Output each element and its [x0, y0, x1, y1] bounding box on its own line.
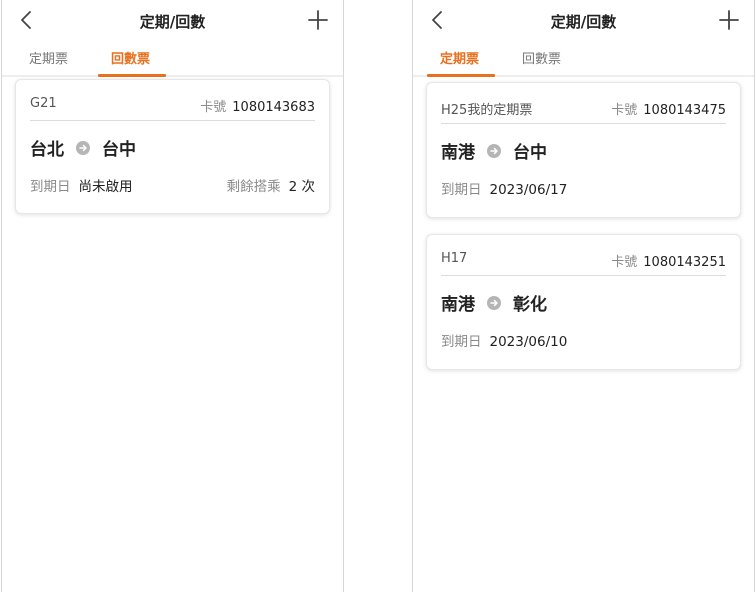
card-number: 卡號 1080143251: [611, 251, 726, 270]
card-number-value: 1080143251: [643, 255, 726, 270]
expiry-label: 到期日: [441, 182, 482, 198]
route: 南港 彰化: [441, 290, 547, 315]
route-to: 彰化: [513, 295, 547, 315]
add-button[interactable]: [307, 9, 329, 31]
tab-multi-ride-ticket[interactable]: 回數票: [111, 48, 150, 67]
tab-periodic-ticket[interactable]: 定期票: [440, 48, 479, 67]
ticket-card[interactable]: H25我的定期票 卡號 1080143475 南港 台中 到期日 2023/06/1…: [426, 82, 741, 218]
tab-periodic-ticket[interactable]: 定期票: [29, 48, 68, 67]
right-screen: 定期/回數 定期票 回數票 H25我的定期票 卡號 1080143475 南港: [412, 0, 755, 592]
card-header: H17 卡號 1080143251: [441, 249, 726, 276]
card-header: H25我的定期票 卡號 1080143475: [441, 97, 726, 124]
route: 南港 台中: [441, 138, 547, 163]
tab-bar: 定期票 回數票: [2, 42, 343, 77]
route-from: 南港: [441, 143, 475, 163]
active-tab-indicator: [98, 74, 166, 77]
card-name: H25我的定期票: [441, 103, 533, 118]
route-from: 南港: [441, 295, 475, 315]
page-title: 定期/回數: [550, 13, 617, 31]
expiry-label: 到期日: [441, 334, 482, 350]
expiry-value: 尚未啟用: [78, 179, 133, 195]
route-to: 台中: [102, 140, 136, 160]
add-button[interactable]: [718, 9, 740, 31]
expiry-label: 到期日: [30, 179, 71, 195]
card-number-value: 1080143475: [643, 103, 726, 118]
expiry-value: 2023/06/10: [489, 334, 568, 350]
route-to: 台中: [513, 143, 547, 163]
screenshot-canvas: 定期/回數 定期票 回數票 G21 卡號 1080143683 台北 台中 到期…: [0, 0, 756, 592]
card-info-row: 到期日 2023/06/10: [441, 330, 726, 350]
page-title: 定期/回數: [139, 13, 206, 31]
card-number-label: 卡號: [200, 100, 227, 115]
ticket-card[interactable]: H17 卡號 1080143251 南港 彰化 到期日 2023/06/10: [426, 234, 741, 370]
remaining-rides: 剩餘搭乘 2 次: [227, 175, 315, 195]
card-info-row: 到期日 2023/06/17: [441, 178, 726, 198]
arrow-right-circle-icon: [487, 143, 501, 158]
card-header: G21 卡號 1080143683: [30, 94, 315, 121]
card-number-label: 卡號: [611, 103, 638, 118]
card-number-label: 卡號: [611, 255, 638, 270]
expiry-value: 2023/06/17: [489, 182, 568, 198]
remaining-label: 剩餘搭乘: [226, 179, 281, 195]
app-header: 定期/回數: [413, 0, 754, 42]
remaining-value: 2 次: [288, 179, 315, 195]
left-screen: 定期/回數 定期票 回數票 G21 卡號 1080143683 台北 台中 到期…: [1, 0, 344, 592]
route-from: 台北: [30, 140, 64, 160]
card-info-row: 到期日 尚未啟用 剩餘搭乘 2 次: [30, 175, 315, 195]
card-number: 卡號 1080143683: [200, 96, 315, 115]
tab-multi-ride-ticket[interactable]: 回數票: [522, 48, 561, 67]
card-number: 卡號 1080143475: [611, 99, 726, 118]
app-header: 定期/回數: [2, 0, 343, 42]
arrow-right-circle-icon: [76, 140, 90, 155]
card-name: H17: [441, 251, 468, 266]
ticket-card[interactable]: G21 卡號 1080143683 台北 台中 到期日 尚未啟用 剩餘搭乘 2 次: [15, 79, 330, 214]
card-name: G21: [30, 96, 57, 111]
card-number-value: 1080143683: [232, 100, 315, 115]
tab-bar: 定期票 回數票: [413, 42, 754, 77]
active-tab-indicator: [427, 74, 495, 77]
route: 台北 台中: [30, 135, 136, 160]
arrow-right-circle-icon: [487, 295, 501, 310]
